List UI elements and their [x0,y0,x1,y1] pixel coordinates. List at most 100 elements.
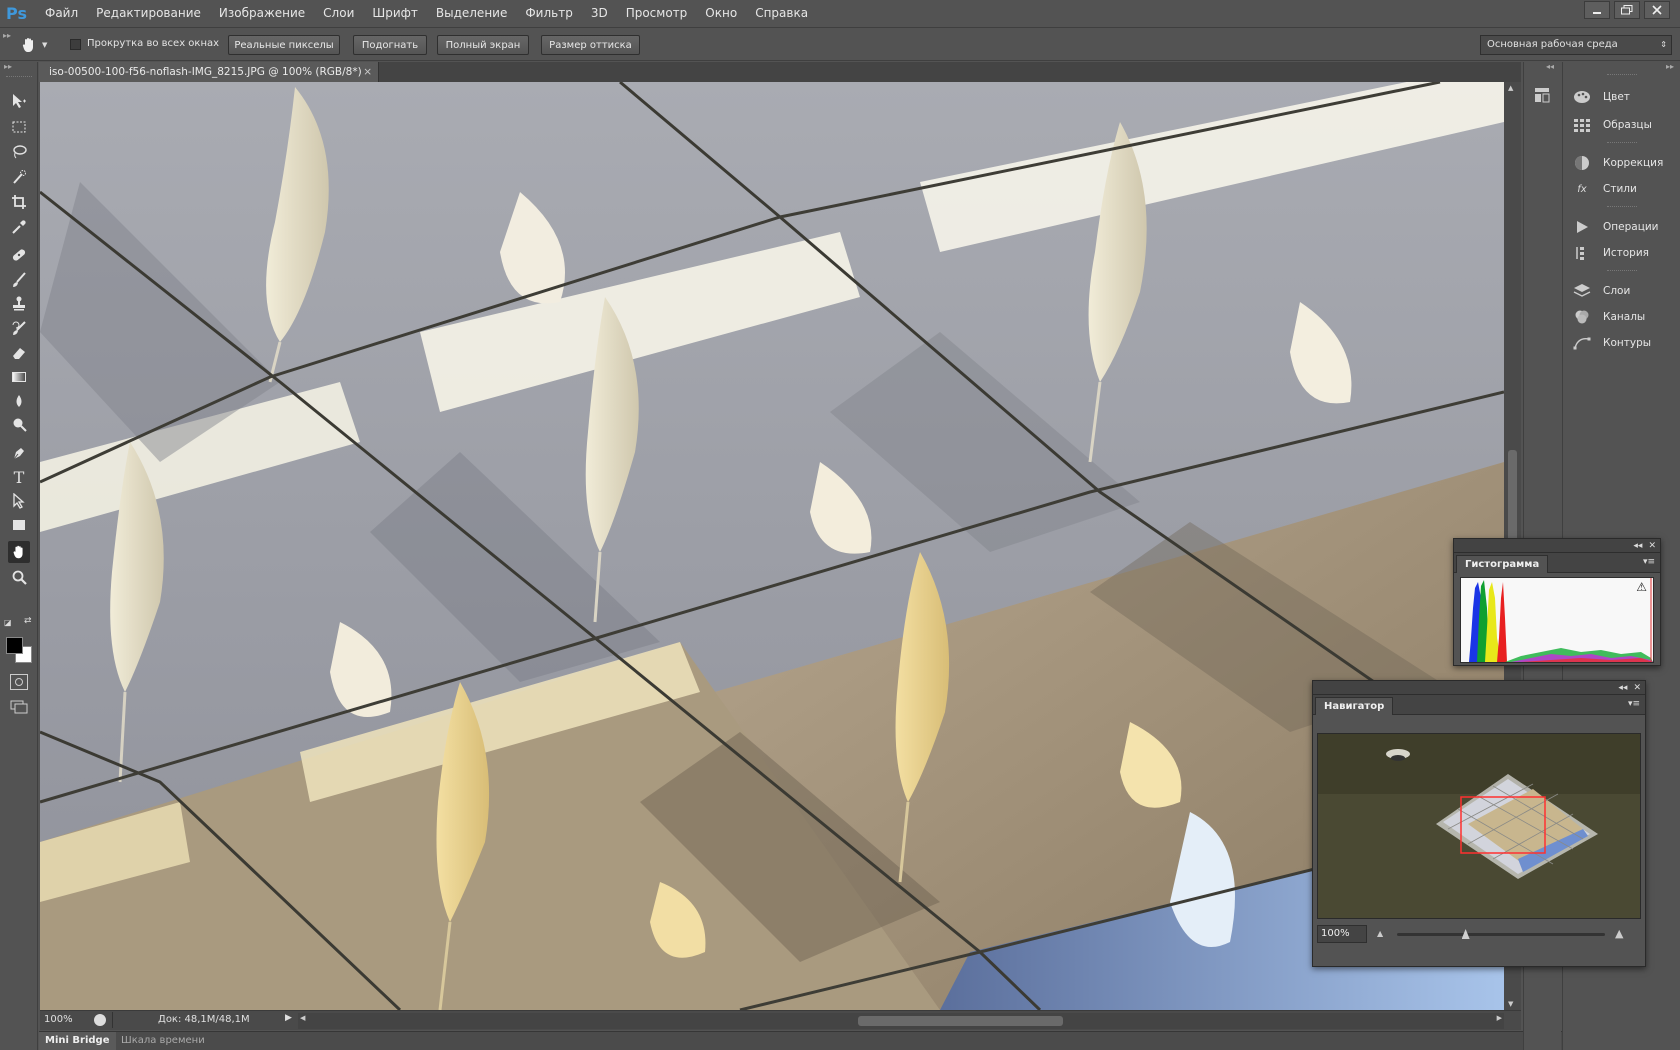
zoom-tool[interactable] [8,566,30,588]
restore-icon[interactable] [1614,1,1640,19]
document-tab[interactable]: iso-00500-100-f56-noflash-IMG_8215.JPG @… [39,62,379,82]
dock-label-actions: Операции [1603,221,1659,233]
eyedropper-tool[interactable] [8,216,30,238]
history-brush-tool[interactable] [8,317,30,339]
tab-navigator[interactable]: Навигатор [1315,697,1394,715]
menu-select[interactable]: Выделение [427,0,516,26]
move-tool[interactable] [8,90,30,112]
dock-item-paths[interactable]: Контуры [1573,332,1651,354]
collapse-arrows-icon[interactable]: ◂◂ [1618,683,1627,693]
histogram-panel-header: ◂◂ ✕ [1454,539,1660,553]
hand-tool[interactable] [8,541,30,563]
image-canvas[interactable] [40,82,1504,1010]
fit-screen-button[interactable]: Подогнать [353,35,427,55]
dock-item-color[interactable]: Цвет [1573,86,1630,108]
dock-item-styles[interactable]: fx Стили [1573,178,1637,200]
panel-menu-icon[interactable]: ▾≡ [1643,557,1655,567]
navigator-slider-thumb[interactable] [1461,929,1470,939]
menu-help[interactable]: Справка [746,0,817,26]
dock-item-actions[interactable]: Операции [1573,216,1658,238]
tool-preset-picker[interactable]: ▼ [20,34,54,56]
tab-histogram[interactable]: Гистограмма [1456,555,1549,573]
warning-icon[interactable]: ⚠ [1636,580,1647,594]
adjustments-icon [1573,155,1591,171]
gradient-tool[interactable] [8,366,30,388]
dock-label-channels: Каналы [1603,311,1646,323]
panel-options-icon[interactable] [1534,86,1552,104]
menu-filter[interactable]: Фильтр [516,0,581,26]
menu-layer[interactable]: Слои [314,0,363,26]
close-icon[interactable] [1644,1,1670,19]
close-tab-icon[interactable]: × [363,62,372,82]
scroll-down-arrow-icon[interactable]: ▼ [1508,1000,1513,1008]
default-colors-icon[interactable]: ◪ [4,618,12,627]
type-tool[interactable]: T [8,466,30,488]
navigator-zoom-field[interactable]: 100% [1317,925,1367,943]
close-icon[interactable]: ✕ [1648,541,1656,551]
screen-mode-icon[interactable] [10,700,28,714]
menu-3d[interactable]: 3D [582,0,617,26]
menu-file[interactable]: Файл [36,0,87,26]
dock-item-history[interactable]: История [1573,242,1649,264]
zoom-in-icon[interactable]: ▲ [1615,927,1623,940]
histogram-tab-row: Гистограмма ▾≡ [1454,553,1660,573]
navigator-panel: ◂◂ ✕ Навигатор ▾≡ 100% ▲ ▲ [1312,680,1646,967]
dock-label-history: История [1603,247,1649,259]
workspace-select[interactable]: Основная рабочая среда ⇕ [1480,35,1672,55]
pen-tool[interactable] [8,442,30,464]
scroll-up-arrow-icon[interactable]: ▲ [1508,84,1513,92]
healing-brush-tool[interactable] [8,244,30,266]
play-icon [1573,219,1591,235]
status-info-icon[interactable] [94,1014,106,1026]
close-icon[interactable]: ✕ [1633,683,1641,693]
navigator-zoom-slider[interactable] [1397,929,1605,939]
shape-tool[interactable] [8,514,30,536]
tab-timeline[interactable]: Шкала времени [115,1032,211,1050]
quick-mask-icon[interactable] [10,674,28,690]
zoom-level[interactable]: 100% [44,1014,73,1025]
horizontal-scrollbar[interactable]: ◀ ▶ [298,1013,1504,1029]
navigator-thumbnail[interactable] [1317,733,1641,919]
fill-screen-button[interactable]: Полный экран [437,35,529,55]
clone-stamp-tool[interactable] [8,292,30,314]
dock-item-swatches[interactable]: Образцы [1573,114,1652,136]
menu-edit[interactable]: Редактирование [87,0,210,26]
zoom-out-icon[interactable]: ▲ [1377,929,1383,938]
print-size-button[interactable]: Размер оттиска [541,35,640,55]
menu-image[interactable]: Изображение [210,0,314,26]
status-menu-arrow-icon[interactable]: ▶ [285,1013,292,1023]
collapse-arrows-icon[interactable]: ◂◂ [1633,541,1642,551]
scroll-right-arrow-icon[interactable]: ▶ [1497,1014,1502,1022]
menu-bar: Ps Файл Редактирование Изображение Слои … [0,0,1680,26]
lasso-tool[interactable] [8,141,30,163]
menu-type[interactable]: Шрифт [363,0,427,26]
scroll-all-windows-checkbox[interactable] [70,39,81,50]
document-tab-bar: iso-00500-100-f56-noflash-IMG_8215.JPG @… [39,62,1521,82]
scroll-left-arrow-icon[interactable]: ◀ [300,1014,305,1022]
swap-colors-icon[interactable]: ⇄ [24,616,32,626]
brush-tool[interactable] [8,269,30,291]
panel-menu-icon[interactable]: ▾≡ [1628,699,1640,709]
quick-select-tool[interactable] [8,166,30,188]
collapse-arrows-icon[interactable]: ◂◂ [1546,62,1554,71]
horizontal-scroll-thumb[interactable] [858,1016,1063,1026]
dock-item-layers[interactable]: Слои [1573,280,1630,302]
actual-pixels-button[interactable]: Реальные пикселы [228,35,340,55]
foreground-color-swatch[interactable] [6,637,23,654]
menu-view[interactable]: Просмотр [617,0,697,26]
crop-tool[interactable] [8,191,30,213]
eraser-tool[interactable] [8,342,30,364]
marquee-tool[interactable] [8,116,30,138]
dock-item-channels[interactable]: Каналы [1573,306,1645,328]
dodge-tool[interactable] [8,414,30,436]
expand-arrows-icon[interactable]: ▸▸ [1666,62,1674,71]
dock-item-adjustments[interactable]: Коррекция [1573,152,1663,174]
menu-window[interactable]: Окно [696,0,746,26]
blur-tool[interactable] [8,390,30,412]
dock-grip [1607,74,1637,76]
path-select-tool[interactable] [8,490,30,512]
minimize-icon[interactable] [1584,1,1610,19]
tab-mini-bridge[interactable]: Mini Bridge [39,1032,116,1050]
bottom-panel-bar: Mini Bridge Шкала времени ▾≡ [39,1031,1680,1050]
tools-grip [6,76,32,78]
